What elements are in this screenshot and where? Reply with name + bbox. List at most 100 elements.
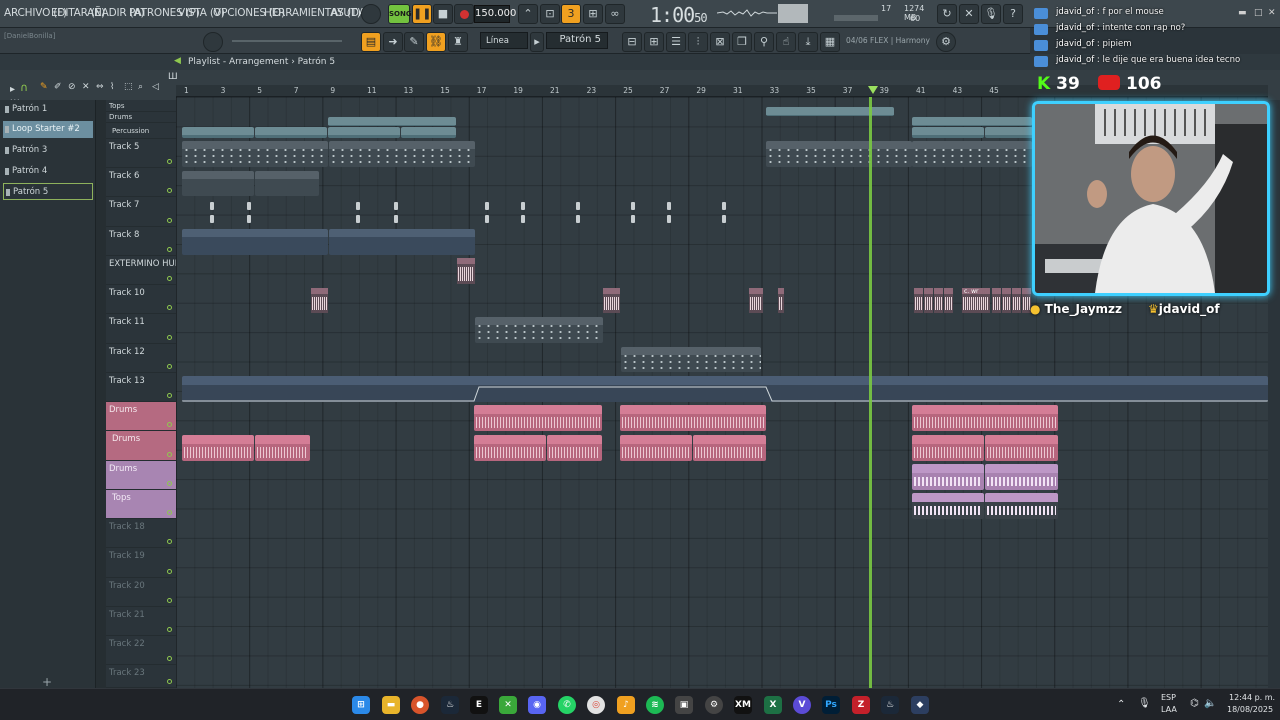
snap-selector[interactable]: Línea bbox=[480, 32, 528, 49]
help-icon[interactable]: ? bbox=[1003, 4, 1023, 24]
link-icon[interactable]: ⛓ bbox=[426, 32, 446, 52]
network-icon[interactable]: ⌬ bbox=[1190, 698, 1199, 709]
spotify-icon[interactable]: ≋ bbox=[646, 696, 664, 714]
clip-vocal-sample[interactable] bbox=[1002, 288, 1011, 313]
sample-hit[interactable] bbox=[576, 202, 580, 210]
mute-tool-icon[interactable]: ✕ bbox=[82, 82, 90, 92]
clip-vocal-sample-cwr[interactable]: c. wr bbox=[962, 288, 990, 313]
track-header-13[interactable]: Track 13 bbox=[106, 373, 176, 402]
browser-orange-icon[interactable]: ● bbox=[411, 696, 429, 714]
clip-automation-pitch[interactable]: EXTERMINO HUMANOS PA..._2 - Tono del can… bbox=[329, 229, 475, 255]
main-pitch-knob[interactable] bbox=[203, 32, 223, 52]
play-button[interactable]: ❚❚ bbox=[412, 4, 432, 24]
track-led[interactable] bbox=[167, 188, 172, 193]
clip-vocal-sample[interactable] bbox=[914, 288, 923, 313]
track-led[interactable] bbox=[167, 656, 172, 661]
sample-hit[interactable] bbox=[667, 215, 671, 223]
mic-icon[interactable]: 🎙 bbox=[981, 4, 1001, 24]
sample-hit[interactable] bbox=[722, 215, 726, 223]
clip-drums[interactable]: Drums bbox=[985, 435, 1058, 461]
delete-tool-icon[interactable]: ⊘ bbox=[68, 82, 76, 92]
clip-vocal-sample[interactable] bbox=[944, 288, 953, 313]
file-explorer-icon[interactable]: ▬ bbox=[382, 696, 400, 714]
track-led[interactable] bbox=[167, 159, 172, 164]
track-header-8[interactable]: Track 8 bbox=[106, 227, 176, 256]
track-led[interactable] bbox=[167, 218, 172, 223]
windows-start-icon[interactable]: ⊞ bbox=[352, 696, 370, 714]
paint-tool-icon[interactable]: ✐ bbox=[54, 82, 62, 92]
clip-drums[interactable]: Drums bbox=[474, 435, 546, 461]
project-info-icon[interactable]: ▦ bbox=[820, 32, 840, 52]
clip-drums[interactable]: Drums bbox=[620, 435, 692, 461]
track-header-20[interactable]: Track 20 bbox=[106, 578, 176, 607]
clip-drums[interactable]: Drums bbox=[912, 435, 984, 461]
clip-patron-3[interactable]: Patrón 3 bbox=[182, 171, 254, 196]
window-minimize-icon[interactable]: ▬ bbox=[1238, 8, 1247, 18]
tray-chevron-icon[interactable]: ⌃ bbox=[1117, 699, 1125, 710]
render-icon[interactable]: ⤓ bbox=[798, 32, 818, 52]
sample-hit[interactable] bbox=[210, 202, 214, 210]
clip-drums[interactable]: Drums bbox=[912, 405, 1058, 431]
track-led[interactable] bbox=[167, 335, 172, 340]
clip-vocal-sample[interactable] bbox=[778, 288, 784, 313]
clip-drums[interactable]: Drums bbox=[474, 405, 602, 431]
pattern-prev-icon[interactable]: ▸ bbox=[530, 32, 544, 52]
clip-tops[interactable]: Tops bbox=[766, 107, 894, 116]
picker-item-patron-1[interactable]: Patrón 1 bbox=[3, 101, 93, 118]
pattern-selector[interactable]: Patrón 5 bbox=[546, 32, 608, 49]
picker-item-loop-starter[interactable]: Loop Starter #2 bbox=[3, 121, 93, 138]
playlist-icon[interactable]: ⊟ bbox=[622, 32, 642, 52]
track-led[interactable] bbox=[167, 510, 172, 515]
clip-patron-5[interactable]: Patrón 5 bbox=[621, 347, 761, 372]
track-header-10[interactable]: Track 10 bbox=[106, 285, 176, 314]
sample-hit[interactable] bbox=[210, 215, 214, 223]
clip-drums[interactable]: Drums bbox=[255, 435, 310, 461]
clip-patron-1[interactable]: Patrón 1 bbox=[182, 141, 328, 167]
clip-percussion[interactable]: Percussion bbox=[401, 127, 456, 138]
track-led[interactable] bbox=[167, 364, 172, 369]
clip-percussion[interactable]: Percussion bbox=[985, 127, 1033, 138]
picker-item-patron-3[interactable]: Patrón 3 bbox=[3, 142, 93, 159]
sample-hit[interactable] bbox=[521, 202, 525, 210]
undo-history-icon[interactable]: ↻ bbox=[937, 4, 957, 24]
sample-hit[interactable] bbox=[394, 215, 398, 223]
draw-tool-icon[interactable]: ✎ bbox=[40, 82, 48, 92]
clip-automation-pitch[interactable]: EXTERMINO HUMANOS PA..._2 - Tono del can… bbox=[182, 229, 328, 255]
sample-hit[interactable] bbox=[356, 202, 360, 210]
track-led[interactable] bbox=[167, 305, 172, 310]
master-volume-knob[interactable] bbox=[361, 4, 381, 24]
xm-icon[interactable]: XM bbox=[734, 696, 752, 714]
select-tool-icon[interactable]: ⬚ bbox=[124, 82, 133, 92]
track-header-12[interactable]: Track 12 bbox=[106, 344, 176, 373]
track-led[interactable] bbox=[167, 569, 172, 574]
clip-vocal-sample[interactable] bbox=[311, 288, 328, 313]
playhead-marker[interactable] bbox=[868, 86, 878, 94]
tray-mic-icon[interactable]: 🎙 bbox=[1138, 698, 1151, 709]
sample-hit[interactable] bbox=[631, 202, 635, 210]
playhead[interactable] bbox=[869, 97, 872, 688]
picker-item-patron-5[interactable]: Patrón 5 bbox=[3, 183, 93, 200]
pattern-list-icon[interactable]: Ш bbox=[168, 72, 178, 82]
tray-date[interactable]: 18/08/2025 bbox=[1227, 705, 1273, 714]
sample-hit[interactable] bbox=[485, 215, 489, 223]
window-close-icon[interactable]: ✕ bbox=[1268, 8, 1276, 18]
sample-hit[interactable] bbox=[247, 215, 251, 223]
browser-icon[interactable]: ❐ bbox=[732, 32, 752, 52]
mixer-icon[interactable]: ⫶ bbox=[688, 32, 708, 52]
track-header-percussion[interactable]: Percussion bbox=[106, 123, 176, 139]
master-pitch-slider[interactable] bbox=[232, 40, 342, 42]
track-header-extermino[interactable]: EXTERMINO HUMA bbox=[106, 256, 176, 285]
whatsapp-icon[interactable]: ✆ bbox=[558, 696, 576, 714]
pencil-icon[interactable]: ✎ bbox=[404, 32, 424, 52]
discord-icon[interactable]: ◉ bbox=[528, 696, 546, 714]
clip-tops[interactable]: Tops bbox=[912, 493, 984, 519]
track-header-drums-a[interactable]: Drums bbox=[106, 402, 176, 431]
clip-drums-violet[interactable]: Drums bbox=[912, 464, 984, 490]
xbox-icon[interactable]: ✕ bbox=[499, 696, 517, 714]
wait-for-input-icon[interactable]: ⊡ bbox=[540, 4, 560, 24]
step-sequencer-icon[interactable]: ⊞ bbox=[644, 32, 664, 52]
track-header-7[interactable]: Track 7 bbox=[106, 197, 176, 227]
pattern-song-slider[interactable] bbox=[778, 4, 808, 23]
fl-studio-icon[interactable]: ♪ bbox=[617, 696, 635, 714]
clip-drums[interactable]: Drums bbox=[620, 405, 766, 431]
